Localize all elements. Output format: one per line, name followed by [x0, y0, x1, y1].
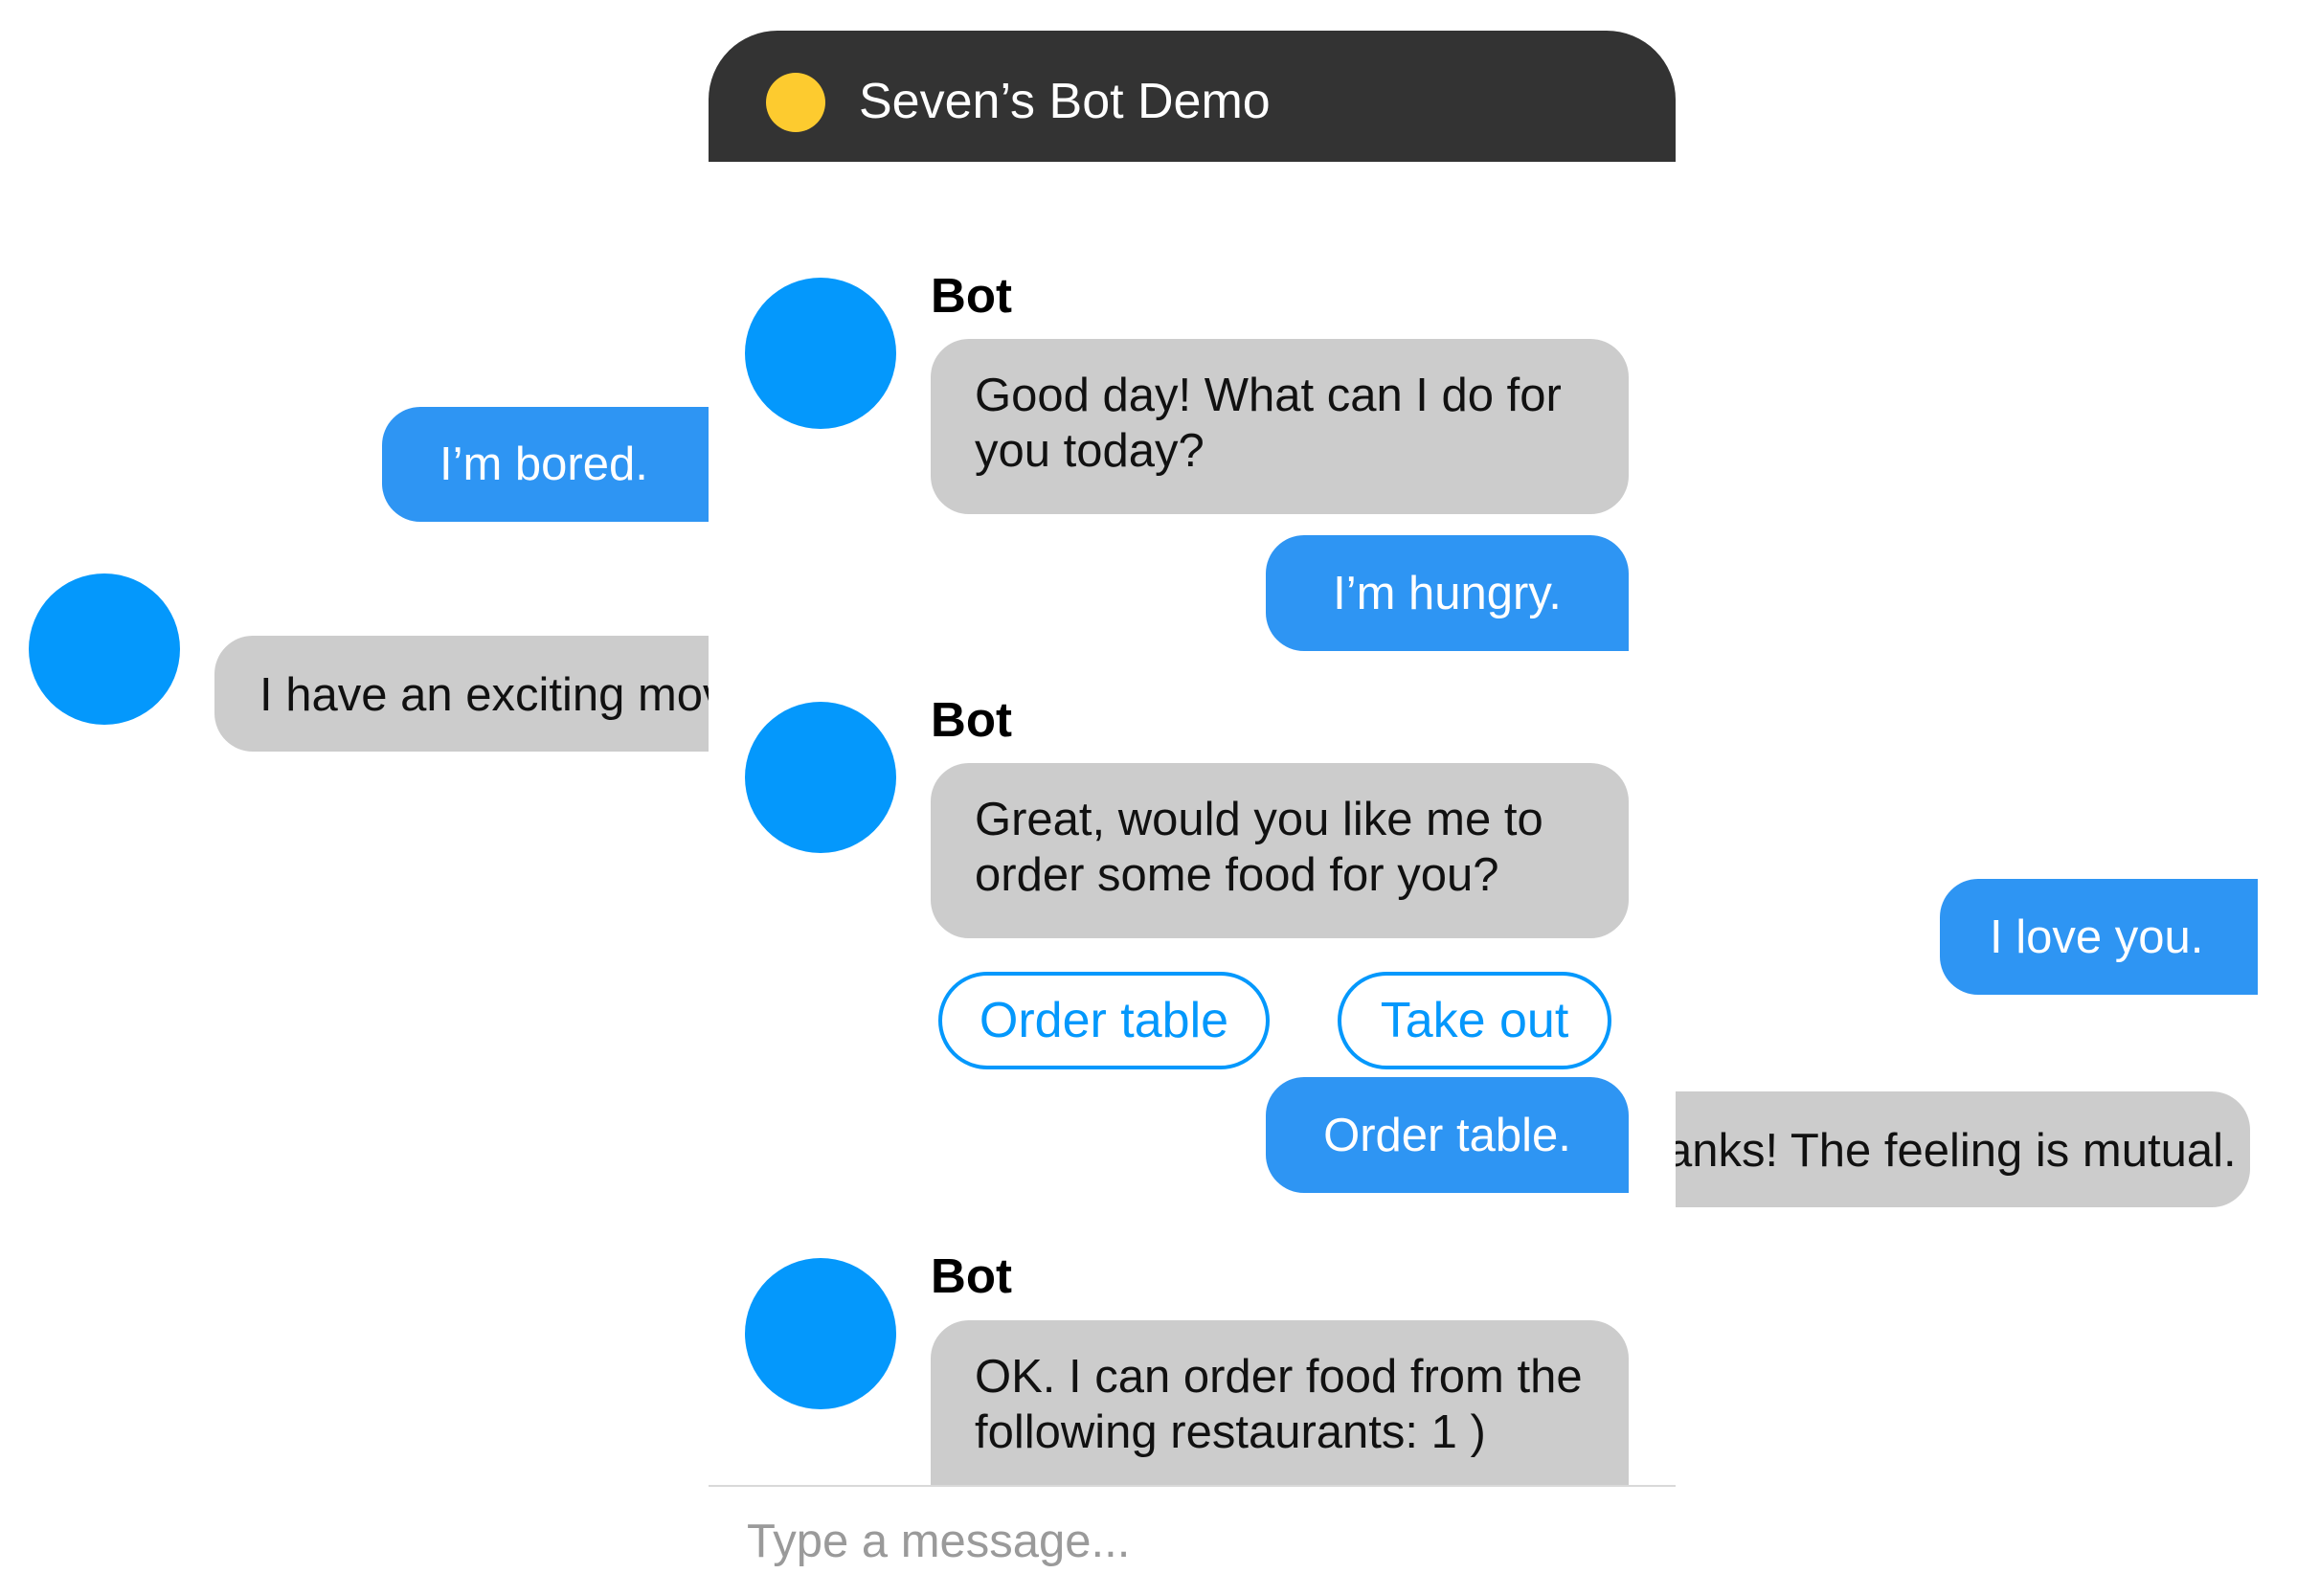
background-bot-text-right: anks! The feeling is mutual. [1666, 1125, 2237, 1177]
background-user-text-right: I love you. [1990, 910, 2204, 963]
message-sender: Bot [931, 1248, 1012, 1303]
status-indicator-icon [766, 73, 825, 132]
background-user-text: I’m bored. [439, 438, 648, 490]
message-sender: Bot [931, 268, 1012, 323]
bot-message-bubble: OK. I can order food from the following … [931, 1320, 1629, 1485]
bot-avatar [745, 1258, 896, 1409]
user-message-bubble: I’m hungry. [1266, 535, 1629, 651]
background-bot-avatar [29, 573, 180, 725]
background-user-bubble-right: I love you. [1940, 879, 2258, 995]
message-list[interactable]: Bot Good day! What can I do for you toda… [709, 162, 1676, 1485]
chat-header: Seven’s Bot Demo [709, 31, 1676, 162]
background-bot-text: I have an exciting mov [259, 669, 727, 721]
bot-message-bubble: Great, would you like me to order some f… [931, 763, 1629, 938]
bot-avatar [745, 702, 896, 853]
message-sender: Bot [931, 692, 1012, 747]
chat-window: Seven’s Bot Demo Bot Good day! What can … [709, 31, 1676, 1596]
bot-message-bubble: Good day! What can I do for you today? [931, 339, 1629, 514]
bot-avatar [745, 278, 896, 429]
background-user-bubble: I’m bored. [382, 407, 709, 522]
quick-reply-order-table[interactable]: Order table [938, 972, 1270, 1069]
background-bot-bubble: I have an exciting mov [214, 636, 751, 752]
user-message-bubble: Order table. [1266, 1077, 1629, 1193]
background-bot-bubble-right: anks! The feeling is mutual. [1628, 1091, 2250, 1207]
quick-reply-take-out[interactable]: Take out [1338, 972, 1611, 1069]
message-input[interactable] [709, 1487, 1676, 1596]
chat-title: Seven’s Bot Demo [859, 74, 1271, 129]
